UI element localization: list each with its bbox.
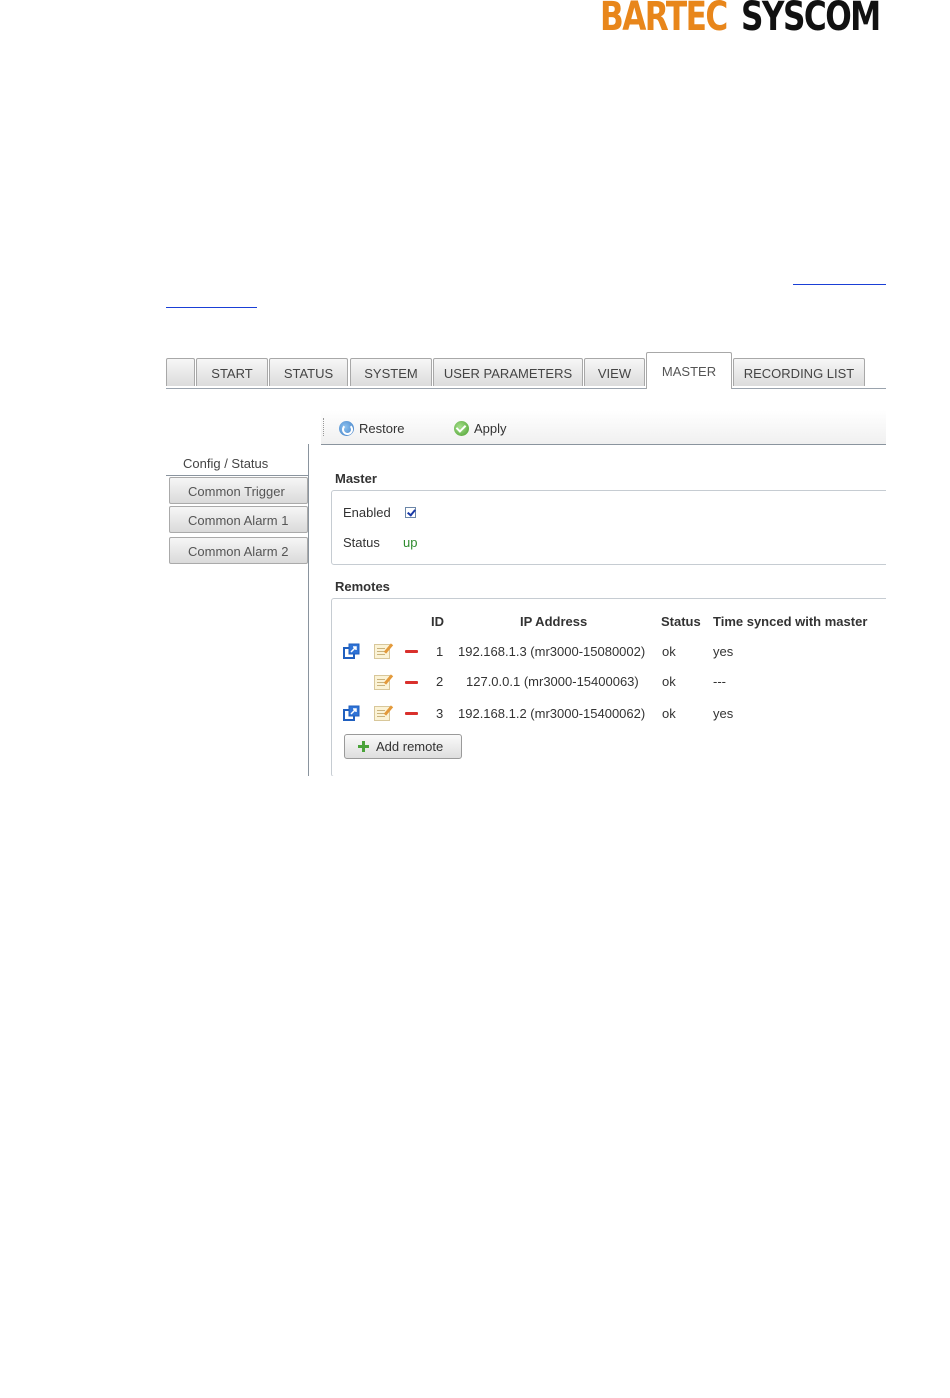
tab-system[interactable]: SYSTEM bbox=[350, 358, 432, 386]
remote-status: ok bbox=[662, 706, 676, 721]
remote-status: ok bbox=[662, 674, 676, 689]
column-header-ip-address: IP Address bbox=[520, 614, 588, 629]
logo-bartec: BARTEC bbox=[600, 0, 728, 40]
master-section-title: Master bbox=[335, 471, 377, 486]
remove-icon[interactable] bbox=[405, 650, 418, 653]
master-status-value: up bbox=[403, 535, 418, 550]
remote-status: ok bbox=[662, 644, 676, 659]
remote-id: 2 bbox=[436, 674, 444, 689]
hyperlink-underline[interactable] bbox=[793, 283, 886, 285]
enabled-checkbox[interactable] bbox=[405, 507, 416, 518]
remote-time-synced: yes bbox=[713, 644, 734, 659]
sidebar-item-common-alarm-2[interactable]: Common Alarm 2 bbox=[169, 537, 308, 564]
add-remote-button[interactable]: Add remote bbox=[344, 734, 462, 759]
toolbar-grip[interactable] bbox=[323, 418, 326, 436]
apply-button[interactable]: Apply bbox=[454, 418, 507, 438]
remote-id: 1 bbox=[436, 644, 444, 659]
add-remote-label: Add remote bbox=[376, 739, 444, 754]
tab-user-parameters[interactable]: USER PARAMETERS bbox=[433, 358, 583, 386]
restore-label: Restore bbox=[359, 420, 405, 436]
status-label: Status bbox=[343, 535, 380, 550]
tab-master[interactable]: MASTER bbox=[646, 352, 732, 389]
tab-status[interactable]: STATUS bbox=[269, 358, 348, 386]
column-header-time-synced: Time synced with master bbox=[713, 614, 868, 629]
edit-icon[interactable] bbox=[374, 675, 390, 690]
checkmark-icon bbox=[454, 420, 469, 436]
remove-icon[interactable] bbox=[405, 681, 418, 684]
tab-start[interactable]: START bbox=[196, 358, 268, 386]
edit-icon[interactable] bbox=[374, 706, 390, 721]
remotes-section-title: Remotes bbox=[335, 579, 390, 594]
master-config-screenshot: START STATUS SYSTEM USER PARAMETERS VIEW… bbox=[166, 352, 886, 776]
refresh-icon bbox=[339, 420, 354, 436]
plus-icon bbox=[358, 741, 369, 752]
restore-button[interactable]: Restore bbox=[339, 418, 405, 438]
remotes-box: ID IP Address Status Time synced with ma… bbox=[331, 598, 886, 776]
master-box: Enabled Status up bbox=[331, 490, 886, 565]
tab-hidden[interactable] bbox=[166, 358, 195, 386]
sidebar: Config / Status Common Trigger Common Al… bbox=[166, 444, 309, 776]
remote-time-synced: yes bbox=[713, 706, 734, 721]
logo-syscom: SYSCOM bbox=[741, 0, 881, 40]
remove-icon[interactable] bbox=[405, 712, 418, 715]
column-header-status: Status bbox=[661, 614, 701, 629]
open-remote-icon[interactable] bbox=[343, 705, 360, 722]
sidebar-item-common-trigger[interactable]: Common Trigger bbox=[169, 477, 308, 504]
sidebar-item-config-status[interactable]: Config / Status bbox=[166, 452, 308, 476]
column-header-id: ID bbox=[431, 614, 444, 629]
remote-id: 3 bbox=[436, 706, 444, 721]
hyperlink-underline-continued[interactable] bbox=[166, 306, 257, 308]
enabled-label: Enabled bbox=[343, 505, 391, 520]
toolbar: Restore Apply bbox=[321, 410, 886, 445]
tab-view[interactable]: VIEW bbox=[584, 358, 645, 386]
tab-recording-list[interactable]: RECORDING LIST bbox=[733, 358, 865, 386]
tab-bar: START STATUS SYSTEM USER PARAMETERS VIEW… bbox=[166, 352, 886, 389]
edit-icon[interactable] bbox=[374, 644, 390, 659]
remote-ip-address: 127.0.0.1 (mr3000-15400063) bbox=[466, 674, 639, 689]
remote-time-synced: --- bbox=[713, 674, 726, 689]
apply-label: Apply bbox=[474, 420, 507, 436]
remote-ip-address: 192.168.1.2 (mr3000-15400062) bbox=[458, 706, 646, 721]
open-remote-icon[interactable] bbox=[343, 643, 360, 660]
remote-ip-address: 192.168.1.3 (mr3000-15080002) bbox=[458, 644, 646, 659]
bartec-syscom-logo: BARTEC SYSCOM bbox=[600, 0, 890, 40]
sidebar-item-common-alarm-1[interactable]: Common Alarm 1 bbox=[169, 506, 308, 533]
